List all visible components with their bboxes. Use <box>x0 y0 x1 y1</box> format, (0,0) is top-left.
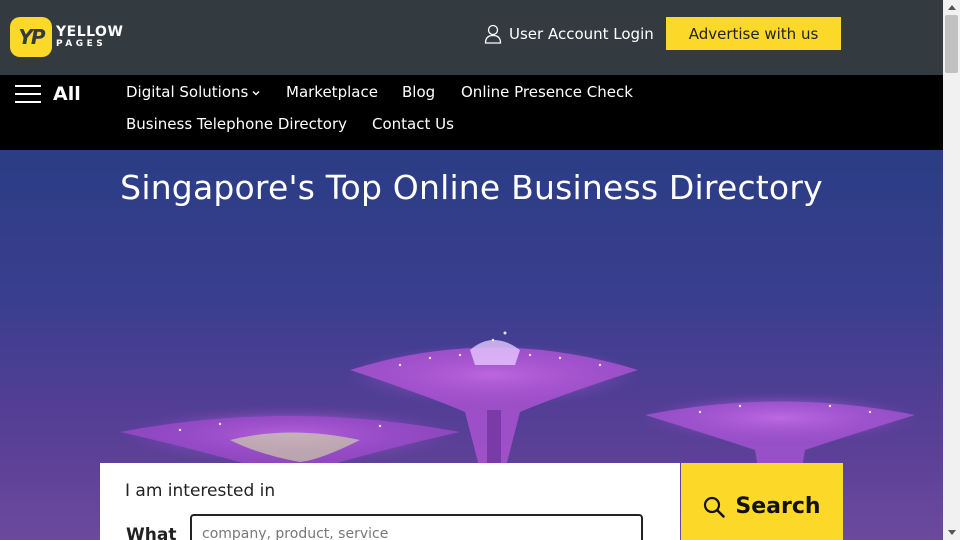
nav-online-presence-check[interactable]: Online Presence Check <box>461 83 633 101</box>
top-bar: YP YELLOW PAGES User Account Login Adver… <box>0 0 943 75</box>
search-interest-label: I am interested in <box>125 481 276 501</box>
nav-blog[interactable]: Blog <box>402 83 435 101</box>
page-scrollbar[interactable] <box>943 0 960 540</box>
all-menu-toggle[interactable]: All <box>15 83 81 105</box>
user-account-login-link[interactable]: User Account Login <box>484 22 654 46</box>
chevron-down-icon <box>252 90 260 95</box>
nav-marketplace[interactable]: Marketplace <box>286 83 378 101</box>
hamburger-icon <box>15 85 41 103</box>
search-button-label: Search <box>735 494 821 519</box>
all-label: All <box>53 83 81 105</box>
scroll-up-arrow-icon[interactable] <box>943 0 960 14</box>
account-label: User Account Login <box>509 25 654 43</box>
nav-digital-solutions[interactable]: Digital Solutions <box>126 83 260 101</box>
nav-contact-us[interactable]: Contact Us <box>372 115 454 133</box>
logo-wordmark: YELLOW PAGES <box>56 25 123 49</box>
search-panel: I am interested in What <box>100 463 680 540</box>
scroll-down-arrow-icon[interactable] <box>943 526 960 540</box>
user-icon <box>484 24 502 44</box>
what-search-input[interactable] <box>190 514 643 540</box>
logo-badge: YP <box>10 17 52 57</box>
hero-title: Singapore's Top Online Business Director… <box>120 168 823 207</box>
yellow-pages-logo[interactable]: YP YELLOW PAGES <box>10 17 123 57</box>
nav-business-telephone-directory[interactable]: Business Telephone Directory <box>126 115 347 133</box>
advertise-button[interactable]: Advertise with us <box>666 17 841 50</box>
logo-line1: YELLOW <box>56 24 124 40</box>
nav-label: Digital Solutions <box>126 83 249 101</box>
search-icon <box>704 496 726 518</box>
what-label: What <box>126 525 177 540</box>
logo-line2: PAGES <box>56 39 107 49</box>
scroll-thumb[interactable] <box>945 15 958 73</box>
search-button[interactable]: Search <box>681 463 843 540</box>
main-nav: All Digital Solutions Marketplace Blog O… <box>0 75 943 150</box>
